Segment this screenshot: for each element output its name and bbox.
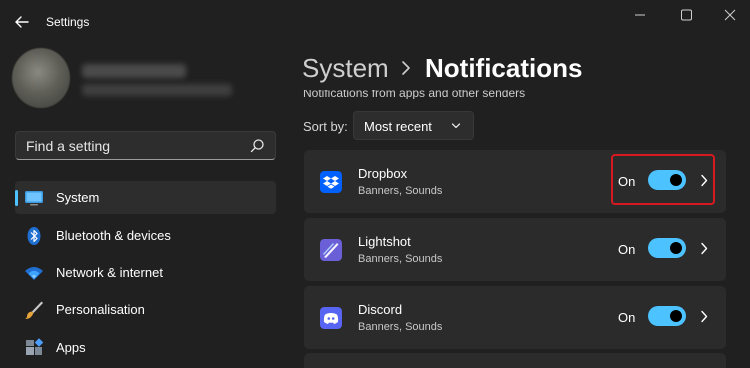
search-input[interactable]: Find a setting bbox=[26, 138, 110, 154]
user-name-blurred bbox=[82, 64, 186, 78]
chevron-down-icon bbox=[451, 123, 461, 129]
maximize-icon[interactable] bbox=[674, 6, 698, 24]
chevron-right-icon[interactable] bbox=[700, 310, 708, 323]
toggle-knob bbox=[670, 242, 682, 254]
window-title: Settings bbox=[46, 15, 90, 29]
system-icon bbox=[25, 191, 43, 206]
notification-toggle[interactable] bbox=[648, 306, 686, 326]
avatar[interactable] bbox=[12, 48, 70, 108]
apps-icon bbox=[26, 338, 44, 355]
sidebar-item-label: Network & internet bbox=[56, 265, 163, 280]
discord-icon bbox=[320, 307, 342, 329]
toggle-knob bbox=[670, 310, 682, 322]
active-indicator bbox=[15, 190, 18, 206]
notification-toggle[interactable] bbox=[648, 238, 686, 258]
search-box[interactable]: Find a setting bbox=[15, 131, 276, 160]
app-name: Lightshot bbox=[358, 234, 411, 249]
app-subtitle: Banners, Sounds bbox=[358, 185, 443, 197]
toggle-state-label: On bbox=[618, 242, 636, 257]
sidebar-item-label: System bbox=[56, 190, 100, 205]
sidebar-item-label: Personalisation bbox=[56, 302, 145, 317]
close-icon[interactable] bbox=[718, 6, 742, 24]
sidebar-item-system[interactable]: System bbox=[15, 181, 276, 214]
sidebar-item-network[interactable]: Network & internet bbox=[15, 256, 276, 289]
breadcrumb-system[interactable]: System bbox=[302, 53, 389, 84]
app-subtitle: Banners, Sounds bbox=[358, 253, 443, 265]
brush-icon bbox=[25, 301, 43, 320]
chevron-right-icon[interactable] bbox=[700, 242, 708, 255]
app-subtitle: Banners, Sounds bbox=[358, 321, 443, 333]
sort-label: Sort by: bbox=[303, 119, 348, 134]
title-bar: Settings bbox=[0, 0, 750, 44]
sidebar-item-label: Bluetooth & devices bbox=[56, 228, 171, 243]
sidebar-item-personalisation[interactable]: Personalisation bbox=[15, 293, 276, 326]
sidebar-item-bluetooth[interactable]: Bluetooth & devices bbox=[15, 219, 276, 252]
sort-value: Most recent bbox=[364, 119, 432, 134]
page-title: Notifications bbox=[425, 53, 583, 83]
highlight-box bbox=[611, 154, 715, 205]
dropbox-icon bbox=[320, 171, 342, 193]
notification-app-card-partial[interactable] bbox=[304, 353, 726, 368]
wifi-icon bbox=[25, 267, 43, 280]
search-icon[interactable] bbox=[249, 138, 265, 154]
toggle-state-label: On bbox=[618, 310, 636, 325]
app-name: Dropbox bbox=[358, 166, 408, 181]
chevron-right-icon bbox=[402, 61, 410, 75]
sort-dropdown[interactable]: Most recent bbox=[353, 111, 474, 140]
notification-app-card-lightshot[interactable]: Lightshot Banners, Sounds On bbox=[304, 218, 726, 281]
user-email-blurred bbox=[82, 84, 232, 96]
notification-app-card-discord[interactable]: Discord Banners, Sounds On bbox=[304, 286, 726, 349]
lightshot-icon bbox=[320, 239, 342, 261]
back-arrow-icon[interactable] bbox=[12, 12, 32, 32]
sidebar-item-apps[interactable]: Apps bbox=[15, 331, 276, 364]
section-heading: Notifications from apps and other sender… bbox=[303, 90, 526, 99]
bluetooth-icon bbox=[27, 227, 41, 245]
minimize-icon[interactable] bbox=[628, 6, 652, 24]
sidebar-item-label: Apps bbox=[56, 340, 86, 355]
app-name: Discord bbox=[358, 302, 403, 317]
